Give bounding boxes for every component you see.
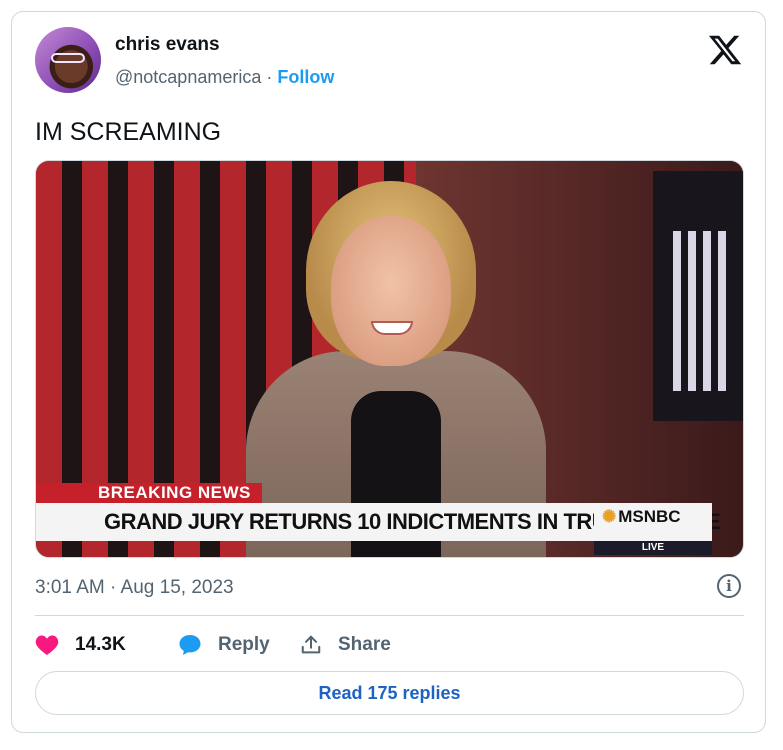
flag-panel [653, 171, 743, 421]
author-name[interactable]: chris evans [115, 34, 220, 56]
read-replies-button[interactable]: Read 175 replies [35, 671, 744, 715]
tweet-card: chris evans @notcapnamerica · Follow IM … [11, 11, 766, 733]
reply-label: Reply [218, 634, 270, 655]
news-headline-chyron: GRAND JURY RETURNS 10 INDICTMENTS IN TRU… [36, 503, 721, 541]
share-upload-icon [301, 635, 321, 654]
info-icon[interactable]: i [717, 574, 741, 598]
share-button[interactable]: Share [300, 630, 391, 660]
follow-button[interactable]: Follow [277, 67, 334, 87]
heart-icon [35, 635, 59, 655]
network-logo: ✺ MSNBC [602, 507, 681, 527]
live-badge: LIVE [594, 541, 712, 555]
network-logo-box: ✺ MSNBC [594, 503, 712, 541]
like-button[interactable]: 14.3K [35, 630, 126, 660]
reply-button[interactable]: Reply [178, 630, 270, 660]
author-handle-row: @notcapnamerica · Follow [115, 67, 334, 88]
comment-bubble-icon [179, 635, 201, 655]
network-logo-text: MSNBC [618, 507, 681, 526]
avatar[interactable] [35, 27, 101, 93]
peacock-icon: ✺ [602, 507, 617, 526]
person-face [331, 216, 451, 366]
avatar-glasses-decoration [51, 53, 85, 63]
like-count: 14.3K [75, 634, 126, 655]
author-handle[interactable]: @notcapnamerica [115, 67, 261, 87]
tweet-text: IM SCREAMING [35, 118, 222, 146]
flag-stripes [673, 231, 733, 391]
tweet-timestamp[interactable]: 3:01 AM · Aug 15, 2023 [35, 577, 234, 599]
breaking-news-label: BREAKING NEWS [36, 483, 262, 503]
tweet-media-image[interactable]: BREAKING NEWS GRAND JURY RETURNS 10 INDI… [35, 160, 744, 558]
share-label: Share [338, 634, 391, 655]
divider [35, 615, 744, 616]
handle-separator: · [266, 67, 273, 87]
person-figure [246, 181, 546, 557]
x-logo-icon[interactable] [707, 32, 743, 68]
